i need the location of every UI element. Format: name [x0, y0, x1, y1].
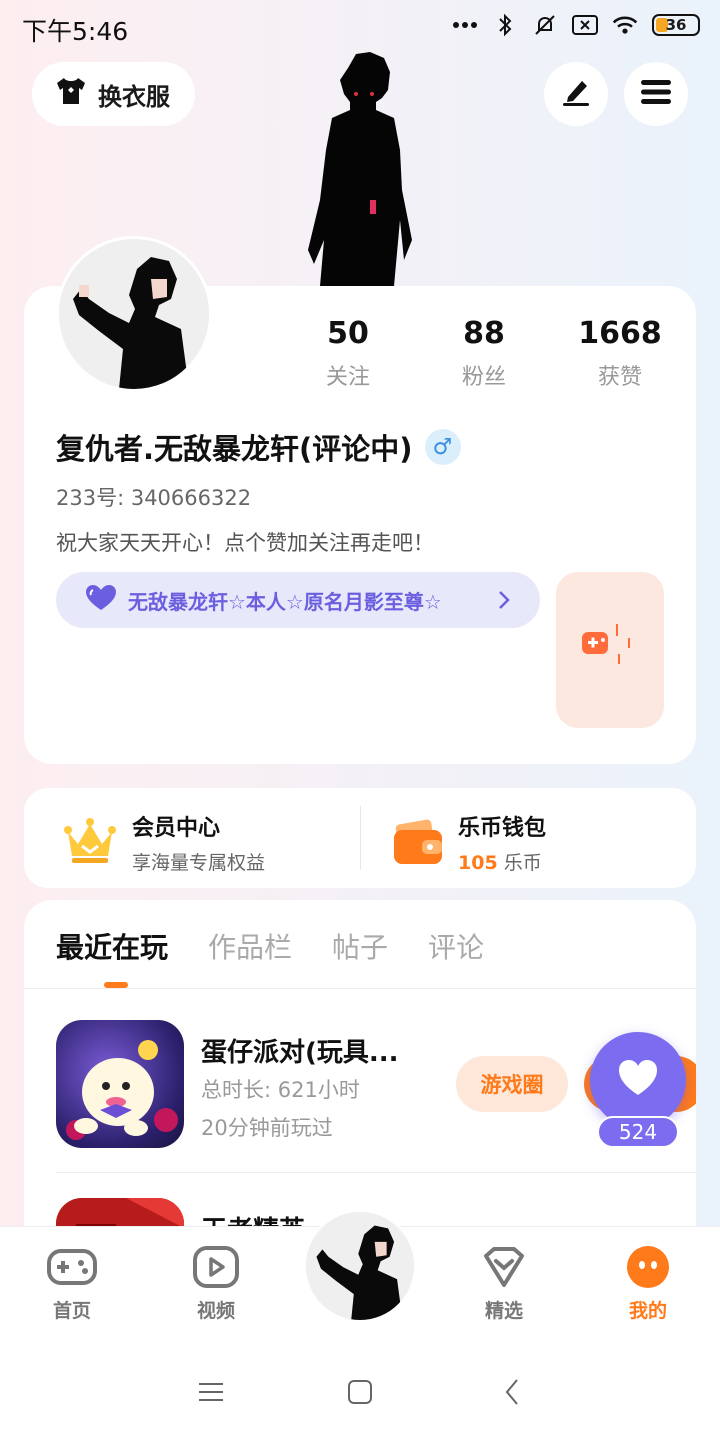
- stat-likes-value: 1668: [578, 316, 662, 351]
- stat-following[interactable]: 50 关注: [280, 316, 416, 391]
- game-icon: [56, 1020, 184, 1148]
- change-costume-label: 换衣服: [98, 82, 170, 111]
- divider: [24, 988, 696, 989]
- stat-likes-label: 获赞: [597, 365, 642, 390]
- recent-apps-icon[interactable]: [197, 1378, 225, 1406]
- profile-bio: 祝大家天天开心！点个赞加关注再走吧！: [56, 531, 434, 555]
- heart-icon: [616, 1058, 660, 1102]
- tab-comments[interactable]: 评论: [428, 926, 484, 966]
- stat-fans-value: 88: [463, 316, 505, 351]
- vip-center-subtitle: 享海量专属权益: [132, 852, 266, 874]
- video-play-icon: [166, 1244, 266, 1290]
- profile-nickname: 复仇者.无敌暴龙轩(评论中) ♂: [56, 426, 461, 468]
- nav-featured[interactable]: 精选: [454, 1244, 554, 1323]
- profile-tabs: 最近在玩 作品栏 帖子 评论: [56, 926, 484, 988]
- nav-center-avatar[interactable]: [304, 1210, 416, 1322]
- stat-fans-label: 粉丝: [461, 365, 506, 390]
- tab-posts[interactable]: 帖子: [332, 926, 388, 966]
- wallet-unit: 乐币: [503, 852, 542, 874]
- stat-following-value: 50: [327, 316, 369, 351]
- gamepad-icon: [22, 1244, 122, 1290]
- pen-icon: [560, 77, 592, 111]
- family-tag-button[interactable]: 无敌暴龙轩☆本人☆原名月影至尊☆: [56, 572, 540, 628]
- menu-button[interactable]: [624, 62, 688, 126]
- game-duration: 总时长: 621小时: [201, 1078, 360, 1102]
- like-floating-button[interactable]: [590, 1032, 686, 1128]
- wallet-balance: 105 乐币: [458, 848, 546, 875]
- hamburger-icon: [640, 79, 672, 109]
- mute-bell-icon: [532, 12, 558, 38]
- nav-home[interactable]: 首页: [22, 1244, 122, 1323]
- nav-video-label: 视频: [196, 1300, 235, 1322]
- no-sim-icon: [572, 12, 598, 38]
- male-gender-icon: ♂: [424, 429, 461, 465]
- vip-center-title: 会员中心: [132, 816, 221, 841]
- wifi-icon: [612, 12, 638, 38]
- shirt-icon: [54, 76, 88, 112]
- character-avatar-model[interactable]: [300, 50, 430, 290]
- like-count-badge: 524: [597, 1116, 679, 1148]
- quick-links-card: 会员中心 享海量专属权益 乐币钱包 105 乐币: [24, 788, 696, 888]
- game-last-played: 20分钟前玩过: [201, 1116, 333, 1140]
- chevron-right-icon: [496, 586, 512, 619]
- nickname-text: 复仇者.无敌暴龙轩(评论中): [56, 432, 413, 466]
- heart-box-icon: [454, 1244, 554, 1290]
- nav-me[interactable]: 我的: [598, 1244, 698, 1323]
- divider: [56, 1172, 696, 1173]
- battery-level: 36: [665, 16, 687, 34]
- tab-recently-played[interactable]: 最近在玩: [56, 926, 168, 988]
- back-arrow-icon[interactable]: [498, 1378, 526, 1406]
- profile-stats: 50 关注 88 粉丝 1668 获赞: [280, 316, 690, 391]
- change-costume-button[interactable]: 换衣服: [32, 62, 195, 126]
- stat-fans[interactable]: 88 粉丝: [416, 316, 552, 391]
- nav-home-label: 首页: [52, 1300, 91, 1322]
- more-dots-icon: [452, 12, 478, 38]
- status-time: 下午5:46: [22, 17, 129, 46]
- crown-icon: [62, 816, 118, 870]
- game-title: 蛋仔派对(玩具...: [201, 1038, 399, 1068]
- game-room-tile[interactable]: [556, 572, 664, 728]
- wallet-link[interactable]: 乐币钱包 105 乐币: [392, 810, 546, 875]
- tab-works[interactable]: 作品栏: [208, 926, 292, 966]
- wallet-icon: [392, 816, 444, 870]
- bluetooth-icon: [492, 12, 518, 38]
- edit-profile-button[interactable]: [544, 62, 608, 126]
- family-tag-label: 无敌暴龙轩☆本人☆原名月影至尊☆: [128, 589, 442, 614]
- game-controller-icon: [580, 618, 640, 682]
- stat-likes[interactable]: 1668 获赞: [552, 316, 688, 391]
- stat-following-label: 关注: [325, 365, 370, 390]
- divider: [360, 806, 361, 870]
- nav-me-label: 我的: [628, 1300, 667, 1322]
- game-circle-button[interactable]: 游戏圈: [456, 1056, 568, 1112]
- battery-indicator: 36: [652, 14, 700, 36]
- profile-face-icon: [598, 1244, 698, 1290]
- home-square-icon[interactable]: [346, 1378, 374, 1406]
- vip-center-link[interactable]: 会员中心 享海量专属权益: [62, 810, 265, 875]
- purple-heart-icon: [84, 584, 118, 617]
- nav-featured-label: 精选: [484, 1300, 523, 1322]
- wallet-title: 乐币钱包: [458, 816, 547, 841]
- status-bar: 下午5:46 36: [0, 0, 720, 52]
- nav-video[interactable]: 视频: [166, 1244, 266, 1323]
- wallet-amount: 105: [458, 852, 498, 874]
- profile-avatar[interactable]: [56, 236, 212, 392]
- status-icons: 36: [452, 12, 700, 38]
- user-id[interactable]: 233号: 340666322: [56, 482, 251, 512]
